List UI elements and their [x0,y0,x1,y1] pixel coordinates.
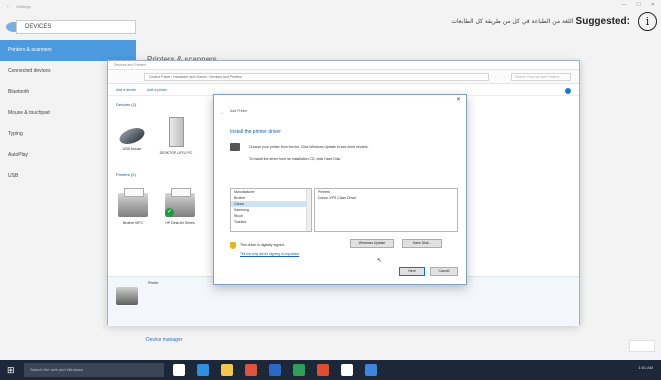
photoshop-icon[interactable] [269,364,281,376]
devices-group-header[interactable]: Devices (2) [116,102,136,107]
settings-app-icon[interactable] [365,364,377,376]
media-icon[interactable] [341,364,353,376]
nav-item-printers-scanners[interactable]: Printers & scanners [0,40,136,61]
suggested-banner: اللغة من الطباعة في كل من طريقة كل الطاب… [395,10,657,32]
maximize-button[interactable]: ☐ [636,2,640,8]
printer-large-icon [116,287,138,305]
printer-label: HP DeskJet Series [165,221,195,225]
printer-driver-icon [230,143,240,151]
manufacturer-list[interactable]: Manufacturer Brother Canon Samsung Ricoh… [230,188,312,232]
file-explorer-icon[interactable] [221,364,233,376]
next-button[interactable]: Next [399,267,425,276]
task-view-icon[interactable] [173,364,185,376]
list-item[interactable]: Canon XPS Class Driver [315,195,457,201]
printer-icon [118,188,148,217]
back-arrow-icon[interactable]: ← [220,110,225,116]
windows-start-icon[interactable]: ⊞ [7,365,17,375]
scrollbar[interactable] [306,189,311,231]
printer-label: Brother MFC [122,221,144,225]
device-label: USB Mouse [122,147,142,151]
have-disk-button[interactable]: Have Disk... [402,239,442,248]
taskbar: ⊞ Search the web and Windows 1:51 AM [0,360,661,380]
tray-clock[interactable]: 1:51 AM [638,365,653,370]
office-icon[interactable] [317,364,329,376]
back-arrow-icon[interactable]: ← [6,3,11,9]
banner-arabic-text: اللغة من الطباعة في كل من طريقة كل الطاب… [451,17,574,25]
dialog-description-cd: To install the driver from an installati… [249,157,342,161]
list-item[interactable]: Toshiba [231,219,311,225]
dialog-title: Add Printer [230,109,248,113]
printers-list[interactable]: Printers Canon XPS Class Driver [314,188,458,232]
banner-label: Suggested: [575,15,630,27]
settings-search-input[interactable]: DEVICES [16,20,136,34]
device-label: DESKTOP-UFGJ PC [159,151,193,155]
printer-item-default[interactable]: ✓ HP DeskJet Series [160,188,200,226]
computer-tower-icon [168,117,184,147]
add-printer-button[interactable]: Add a printer [147,88,167,92]
device-mouse[interactable]: USB Mouse [114,124,150,152]
details-label: Printer [148,281,159,285]
add-device-button[interactable]: Add a device [116,88,136,92]
default-check-icon: ✓ [165,208,174,217]
taskbar-apps [173,364,377,376]
taskbar-search-input[interactable]: Search the web and Windows [24,363,164,377]
devices-window-title: Devices and Printers [108,61,579,70]
printer-item[interactable]: Brother MFC [113,188,153,226]
printers-group-header[interactable]: Printers (2) [116,172,136,177]
mouse-icon [117,124,147,148]
close-button[interactable]: ✕ [651,2,655,8]
dialog-heading: Install the printer driver [230,129,281,135]
minimize-button[interactable]: — [621,2,626,8]
close-icon[interactable]: ✕ [456,96,461,103]
breadcrumb[interactable]: Control Panel › Hardware and Sound › Dev… [144,73,489,81]
add-printer-dialog: ✕ ← Add Printer Install the printer driv… [213,94,467,285]
shield-icon [230,242,236,249]
help-icon[interactable] [565,88,571,94]
device-manager-link[interactable]: Device manager [146,330,192,350]
settings-title: Settings [16,4,31,9]
window-controls: — ☐ ✕ [621,2,655,8]
device-computer[interactable]: DESKTOP-UFGJ PC [156,117,196,156]
signed-text: This driver is digitally signed. [240,243,285,247]
info-circle-icon: i [638,11,657,31]
printer-icon: ✓ [165,188,195,217]
dialog-description: Choose your printer from the list. Click… [249,145,369,149]
address-bar: Control Panel › Hardware and Sound › Dev… [108,70,579,84]
windows-update-button[interactable]: Windows Update [350,239,394,248]
chrome-icon[interactable] [245,364,257,376]
devices-search-input[interactable]: Search Devices and Printers [511,73,571,81]
cancel-button[interactable]: Cancel [430,267,458,276]
store-icon[interactable] [293,364,305,376]
mouse-cursor-icon: ↖ [377,258,383,264]
edge-icon[interactable] [197,364,209,376]
notification-toast[interactable] [629,340,655,352]
driver-signing-link[interactable]: Tell me why driver signing is important [240,252,299,256]
